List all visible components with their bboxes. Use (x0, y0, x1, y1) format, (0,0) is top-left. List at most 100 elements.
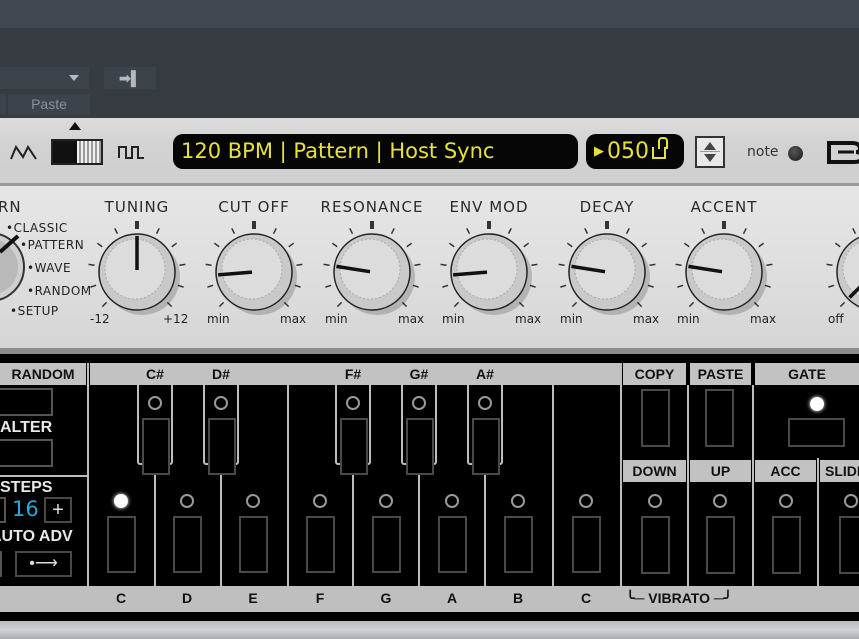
acc-button[interactable] (772, 516, 801, 574)
knob-tick (331, 242, 338, 248)
paste-button[interactable]: Paste (8, 94, 90, 114)
steps-plus-button[interactable]: + (44, 497, 72, 523)
knob-resonance[interactable] (317, 217, 427, 327)
pattern-stepper[interactable] (695, 136, 725, 168)
knob-title: V (815, 198, 859, 216)
host-title-bar (0, 0, 859, 28)
waveform-switch[interactable] (51, 139, 103, 165)
copy-button[interactable] (641, 389, 670, 447)
gate-button[interactable] (788, 418, 845, 447)
alter-button[interactable] (0, 439, 53, 467)
knob-env-mod[interactable] (434, 217, 544, 327)
white-key-g[interactable] (372, 516, 401, 573)
next-preset-button[interactable]: ➡▌ (104, 67, 156, 89)
white-key-c[interactable] (572, 516, 601, 573)
random-button[interactable] (0, 388, 53, 416)
white-key-a[interactable] (438, 516, 467, 573)
black-key-label: D# (212, 366, 230, 382)
up-led-icon (713, 494, 727, 508)
chevron-down-icon (69, 75, 79, 81)
copy-button[interactable] (0, 94, 6, 114)
knob-v[interactable] (820, 217, 859, 327)
steps-minus-button[interactable] (0, 497, 6, 523)
key-pad[interactable] (142, 418, 170, 475)
white-key-e[interactable] (239, 516, 268, 573)
knob-tick (213, 242, 220, 248)
knob-tick (288, 242, 295, 248)
white-key-d[interactable] (173, 516, 202, 573)
knob-cut-off[interactable] (199, 217, 309, 327)
knob-tick (325, 284, 332, 288)
key-led-icon (379, 494, 393, 508)
key-pad[interactable] (406, 418, 434, 475)
mode-selector-knob[interactable] (0, 222, 26, 312)
knob-tick (155, 228, 160, 235)
gate-header: GATE (755, 363, 859, 385)
knob-tick (218, 301, 225, 308)
knob-tick (677, 284, 684, 288)
down-led-icon (648, 494, 662, 508)
knob-tuning[interactable] (82, 217, 192, 327)
down-header: DOWN (623, 460, 686, 482)
panel-bottom-metal (0, 621, 859, 639)
knob-accent[interactable] (669, 217, 779, 327)
knob-min-label: min (207, 312, 230, 326)
knob-max-label: max (633, 312, 660, 326)
knob-tick (179, 263, 186, 267)
paste-pattern-button[interactable] (705, 389, 734, 447)
copy-header: COPY (623, 363, 686, 385)
mode-option-classic[interactable]: •CLASSIC (6, 221, 68, 235)
key-pad[interactable] (340, 418, 368, 475)
mode-option-pattern[interactable]: •PATTERN (20, 238, 84, 252)
slide-button[interactable] (839, 516, 859, 574)
knob-tick (571, 301, 578, 308)
knob-tick (114, 228, 119, 235)
waveform-switch-thumb[interactable] (77, 141, 101, 163)
white-key-c[interactable] (107, 516, 136, 573)
knob-tick (828, 284, 835, 288)
lock-icon[interactable] (652, 137, 668, 159)
pattern-down-arrow-icon[interactable] (704, 154, 716, 162)
note-name-label: D (181, 590, 193, 606)
pattern-up-arrow-icon[interactable] (704, 142, 716, 150)
knob-tick (272, 228, 277, 235)
steps-label: STEPS (0, 479, 53, 496)
key-pad[interactable] (472, 418, 500, 475)
key-led-icon (478, 396, 492, 410)
knob-decay[interactable] (552, 217, 662, 327)
key-pad[interactable] (208, 418, 236, 475)
auto-adv-label: AUTO ADV (0, 528, 73, 545)
knob-tick (466, 228, 471, 235)
key-led-icon (346, 396, 360, 410)
key-led-icon (511, 494, 525, 508)
knob-tick (453, 301, 460, 308)
paste-header: PASTE (690, 363, 751, 385)
knob-tick (442, 284, 449, 288)
knob-max-label: max (398, 312, 425, 326)
knob-tick (231, 228, 236, 235)
white-key-b[interactable] (504, 516, 533, 573)
auto-adv-off-button[interactable] (0, 551, 2, 577)
key-led-icon (445, 494, 459, 508)
knob-tick (688, 301, 695, 308)
mode-option-wave[interactable]: •WAVE (27, 261, 71, 275)
preset-dropdown[interactable] (0, 67, 89, 89)
down-button[interactable] (641, 516, 670, 574)
divider (87, 363, 89, 586)
pattern-display[interactable]: ▶ 050 (586, 134, 684, 169)
waveform-indicator-arrow (69, 122, 81, 130)
stepper-divider (700, 151, 720, 152)
black-key-label: F# (344, 366, 362, 382)
note-led-icon (788, 146, 803, 161)
knob-min-label: min (442, 312, 465, 326)
sawtooth-wave-icon (10, 144, 37, 160)
mode-option-setup[interactable]: •SETUP (10, 304, 59, 318)
knob-tick (560, 284, 567, 288)
up-button[interactable] (706, 516, 735, 574)
auto-adv-button[interactable]: •⟶ (15, 551, 72, 577)
divider (687, 385, 689, 586)
knob-title: CUT OFF (218, 198, 290, 216)
knob-title: RESONANCE (320, 198, 424, 216)
white-key-f[interactable] (306, 516, 335, 573)
slide-header: SLIDE (820, 460, 859, 482)
